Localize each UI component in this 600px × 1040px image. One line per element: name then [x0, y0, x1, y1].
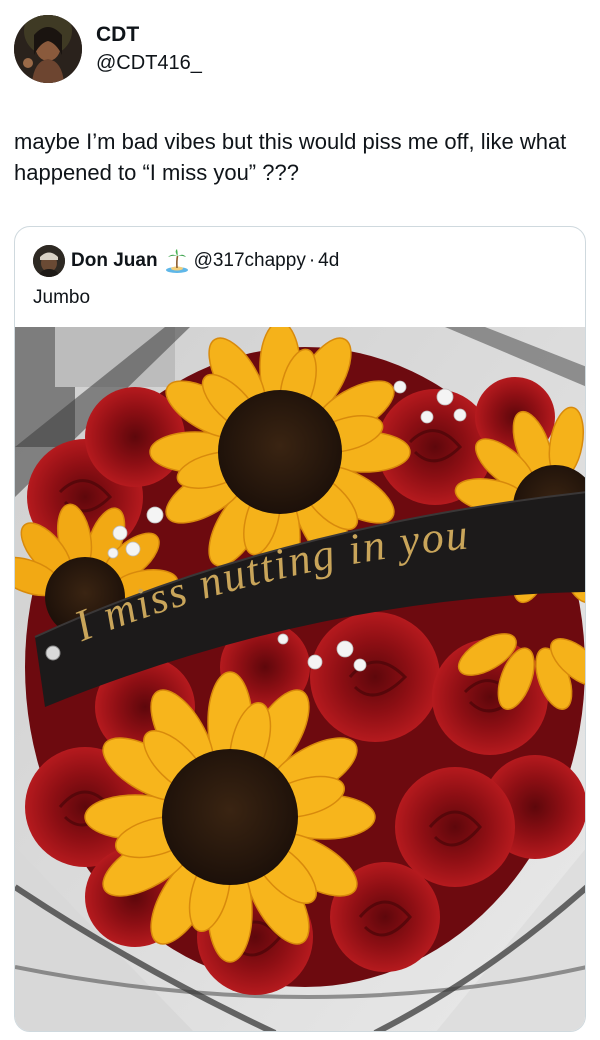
author-handle[interactable]: @CDT416_	[96, 50, 202, 76]
avatar-image	[14, 15, 82, 83]
palm-island-icon	[165, 249, 188, 273]
quoted-author-handle: @317chappy	[193, 250, 306, 271]
bouquet-photo[interactable]: I miss nutting in you	[15, 327, 586, 1032]
author-names: CDT @CDT416_	[96, 22, 202, 76]
quoted-post-header: Don Juan @317chappy · 4d	[33, 245, 339, 277]
quoted-post-time[interactable]: 4d	[318, 250, 339, 272]
quoted-author-avatar	[33, 245, 65, 277]
author-display-name[interactable]: CDT	[96, 22, 202, 48]
post-header: CDT @CDT416_	[14, 14, 586, 84]
quoted-author-name: Don Juan	[71, 250, 158, 271]
quoted-post-text: Jumbo	[33, 287, 91, 308]
quoted-post-card[interactable]: Don Juan @317chappy · 4d Jumbo I miss nu…	[14, 226, 586, 1032]
separator-dot: ·	[308, 250, 316, 271]
author-avatar[interactable]	[14, 15, 82, 83]
post-text: maybe I’m bad vibes but this would piss …	[14, 129, 567, 185]
